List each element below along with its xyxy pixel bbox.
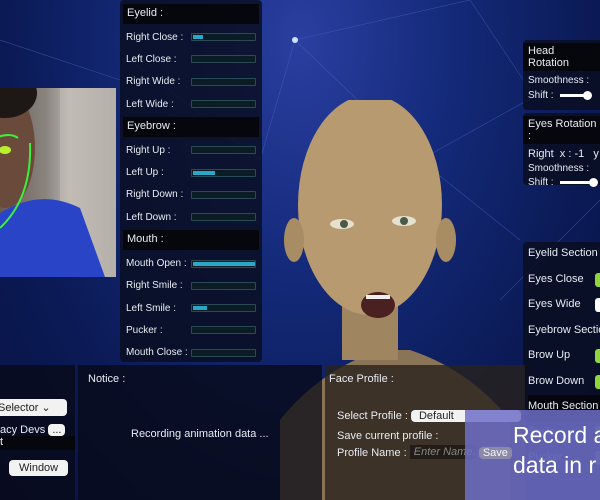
- expression-row: Left Close :: [120, 48, 262, 70]
- toggle-label: Brow Up: [528, 349, 571, 361]
- eyes-shift-slider[interactable]: [559, 177, 598, 187]
- eyes-rotation-panel: Eyes Rotation : Right x : -1 y : Smoothn…: [523, 113, 600, 188]
- toggle-label: Eyebrow Section: [528, 323, 600, 336]
- section-header: Eyelid :: [123, 4, 259, 24]
- expression-bar: [190, 281, 256, 290]
- source-panel: Selector ⌄ acy Devs ... t Window: [0, 365, 75, 500]
- expression-label: Mouth Close :: [126, 347, 188, 359]
- expression-bar: [190, 304, 256, 313]
- expression-label: Left Down :: [126, 211, 177, 223]
- toggle-label: Eyelid Section: [528, 247, 598, 259]
- expression-row: Left Wide :: [120, 93, 262, 115]
- expression-bar: [190, 77, 256, 86]
- toggle-row-eyes-wide: Eyes Wide: [528, 293, 600, 319]
- notice-title: Notice :: [88, 373, 126, 385]
- expression-label: Left Wide :: [126, 98, 174, 110]
- expression-bar: [190, 55, 256, 64]
- webcam-feed: [0, 88, 116, 277]
- eyes-coords: Right x : -1 y :: [528, 148, 600, 160]
- expression-bar: [190, 100, 256, 109]
- eyes-shift-label: Shift :: [528, 177, 554, 188]
- expression-bar-fill: [192, 35, 203, 40]
- expression-bar: [190, 348, 256, 357]
- head-smoothness-label: Smoothness :: [528, 75, 590, 86]
- expression-row: Right Close :: [120, 26, 262, 48]
- expression-row: Right Wide :: [120, 71, 262, 93]
- head-rotation-title: Head Rotation: [523, 43, 600, 71]
- banner-line-2: data in r: [513, 452, 597, 478]
- eyes-rotation-title: Eyes Rotation :: [523, 116, 600, 144]
- toggle-row-brow-down: Brow Down: [528, 370, 600, 396]
- toggle-switch[interactable]: [595, 272, 600, 287]
- expression-row: Mouth Open :: [120, 252, 262, 274]
- toggle-label: Eyes Close: [528, 272, 584, 285]
- expression-bar: [190, 33, 256, 42]
- toggle-row-brow-up: Brow Up: [528, 344, 600, 370]
- expression-label: Right Close :: [126, 31, 184, 43]
- expression-bar-fill: [192, 306, 208, 311]
- notice-message: Recording animation data ...: [131, 428, 269, 440]
- expression-bar-fill: [192, 170, 215, 175]
- expression-row: Right Smile :: [120, 275, 262, 297]
- toggle-switch[interactable]: [595, 298, 600, 312]
- profile-name-label: Profile Name :: [337, 447, 407, 459]
- toggle-label: Eyes Wide: [528, 298, 581, 310]
- toggle-switch[interactable]: [595, 349, 600, 363]
- section-header: Eyebrow :: [123, 117, 259, 138]
- more-button[interactable]: ...: [48, 424, 66, 436]
- expression-row: Pucker :: [120, 319, 262, 341]
- expression-bar: [190, 326, 256, 335]
- toggle-row-eyebrow-section: Eyebrow Section: [528, 319, 600, 345]
- expression-row: Mouth Close :: [120, 342, 262, 364]
- head-rotation-panel: Head Rotation Smoothness : Shift :: [523, 40, 600, 110]
- expression-label: Mouth Open :: [126, 258, 187, 270]
- device-status: t: [0, 436, 75, 450]
- expression-label: Left Smile :: [126, 302, 177, 314]
- expression-row: Left Up :: [120, 161, 262, 183]
- toggle-row-eyes-close: Eyes Close: [528, 268, 600, 294]
- expression-panel: Eyelid : Right Close : Left Close : Right W…: [120, 0, 262, 362]
- window-button[interactable]: Window: [9, 460, 69, 476]
- expression-label: Right Up :: [126, 144, 171, 156]
- head-shift-slider[interactable]: [559, 90, 592, 100]
- expression-bar-fill: [192, 261, 255, 266]
- expression-bar: [190, 190, 256, 199]
- expression-bar: [190, 259, 256, 268]
- toggle-switch[interactable]: [595, 374, 600, 389]
- chevron-down-icon: ⌄: [41, 402, 51, 414]
- save-profile-button[interactable]: Save: [478, 447, 512, 459]
- toggle-label: Brow Down: [528, 374, 585, 387]
- expression-row: Right Down :: [120, 184, 262, 206]
- expression-label: Left Close :: [126, 53, 177, 65]
- section-header: Mouth :: [123, 230, 259, 251]
- banner-line-1: Record a: [513, 422, 600, 448]
- expression-label: Pucker :: [126, 324, 163, 336]
- expression-row: Right Up :: [120, 139, 262, 161]
- expression-label: Right Down :: [126, 189, 184, 201]
- head-shift-label: Shift :: [528, 90, 554, 101]
- expression-bar: [190, 213, 256, 222]
- notice-panel: Notice : Recording animation data ...: [78, 365, 322, 500]
- device-name: acy Devs: [0, 424, 46, 436]
- face-profile-title: Face Profile :: [329, 373, 394, 385]
- expression-label: Right Smile :: [126, 280, 183, 292]
- expression-bar: [190, 146, 256, 155]
- expression-label: Right Wide :: [126, 76, 181, 88]
- eyes-smoothness-label: Smoothness :: [528, 163, 590, 174]
- expression-row: Left Smile :: [120, 297, 262, 319]
- selector-dropdown[interactable]: Selector ⌄: [0, 399, 67, 416]
- expression-bar: [190, 168, 256, 177]
- toggle-row-eyelid-section: Eyelid Section: [528, 242, 600, 268]
- expression-label: Left Up :: [126, 167, 164, 179]
- select-profile-label: Select Profile :: [337, 410, 408, 422]
- expression-row: Left Down :: [120, 206, 262, 228]
